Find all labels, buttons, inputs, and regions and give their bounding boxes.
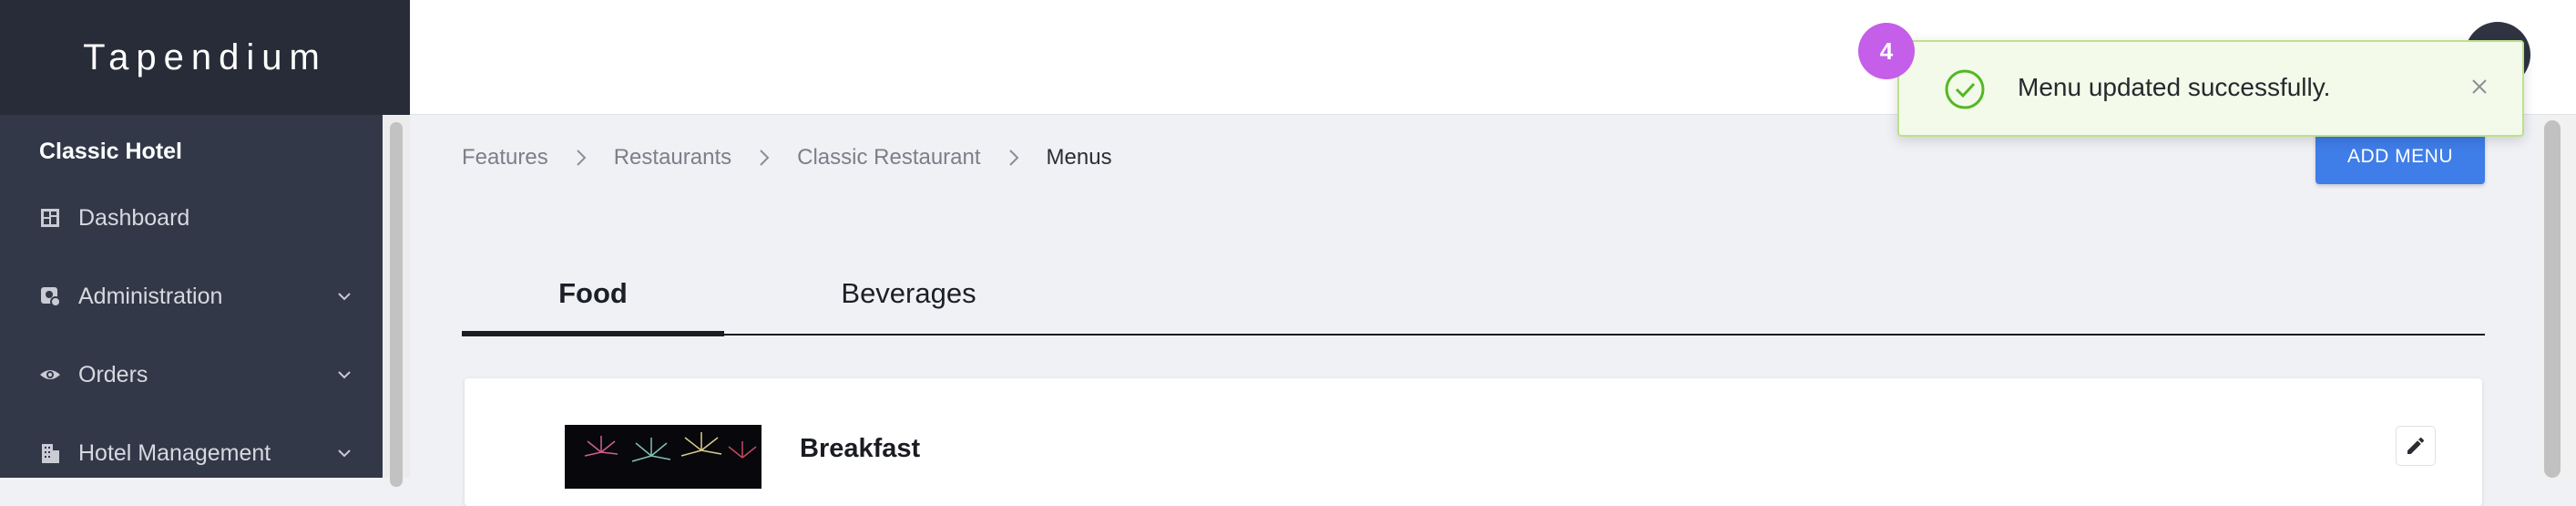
edit-menu-button[interactable]	[2396, 426, 2436, 466]
chevron-down-icon[interactable]	[335, 366, 353, 384]
pencil-icon	[2407, 437, 2424, 454]
chevron-down-icon[interactable]	[335, 444, 353, 462]
building-icon	[39, 442, 61, 464]
dashboard-icon	[39, 207, 61, 229]
sidebar-item-label: Dashboard	[78, 204, 190, 231]
sidebar-item-label: Hotel Management	[78, 439, 271, 466]
chevron-right-icon	[999, 144, 1028, 171]
sidebar-item-orders[interactable]: Orders	[0, 347, 383, 402]
chevron-right-icon	[567, 144, 596, 171]
sidebar: Tapendium Classic Hotel Dashboard Admini…	[0, 0, 410, 487]
menu-thumbnail-image	[565, 425, 762, 489]
breadcrumb-menus: Menus	[1046, 145, 1112, 170]
close-icon[interactable]	[2466, 73, 2493, 100]
menu-card[interactable]	[465, 378, 2482, 506]
breadcrumb-classic-restaurant[interactable]: Classic Restaurant	[797, 145, 980, 170]
add-menu-button[interactable]: ADD MENU	[2315, 129, 2485, 184]
success-toast: Menu updated successfully.	[1897, 40, 2524, 137]
sidebar-item-hotel-management[interactable]: Hotel Management	[0, 426, 383, 480]
active-tab-indicator	[462, 331, 724, 336]
menu-title: Breakfast	[800, 434, 921, 463]
sidebar-scrollbar-thumb[interactable]	[390, 122, 403, 487]
chevron-down-icon[interactable]	[335, 287, 353, 305]
sidebar-item-administration[interactable]: Administration	[0, 269, 383, 324]
sidebar-item-label: Orders	[78, 361, 148, 387]
chevron-right-icon	[750, 144, 779, 171]
main-scrollbar-thumb[interactable]	[2544, 120, 2561, 478]
breadcrumb: Features Restaurants Classic Restaurant …	[462, 144, 1112, 171]
eye-icon	[39, 364, 61, 386]
brand-logo[interactable]: Tapendium	[0, 0, 410, 115]
breadcrumb-features[interactable]: Features	[462, 145, 548, 170]
tab-beverages[interactable]: Beverages	[724, 264, 1093, 323]
check-circle-icon	[1945, 69, 1985, 109]
tab-food[interactable]: Food	[462, 264, 724, 323]
breadcrumb-restaurants[interactable]: Restaurants	[614, 145, 731, 170]
tabs-divider	[462, 334, 2485, 336]
sidebar-item-dashboard[interactable]: Dashboard	[0, 191, 383, 245]
toast-message: Menu updated successfully.	[2018, 73, 2331, 101]
admin-icon	[39, 285, 61, 307]
notification-count-badge: 4	[1858, 23, 1915, 79]
hotel-name: Classic Hotel	[39, 139, 183, 164]
sidebar-scrollbar[interactable]	[383, 115, 410, 487]
sidebar-item-label: Administration	[78, 283, 223, 309]
